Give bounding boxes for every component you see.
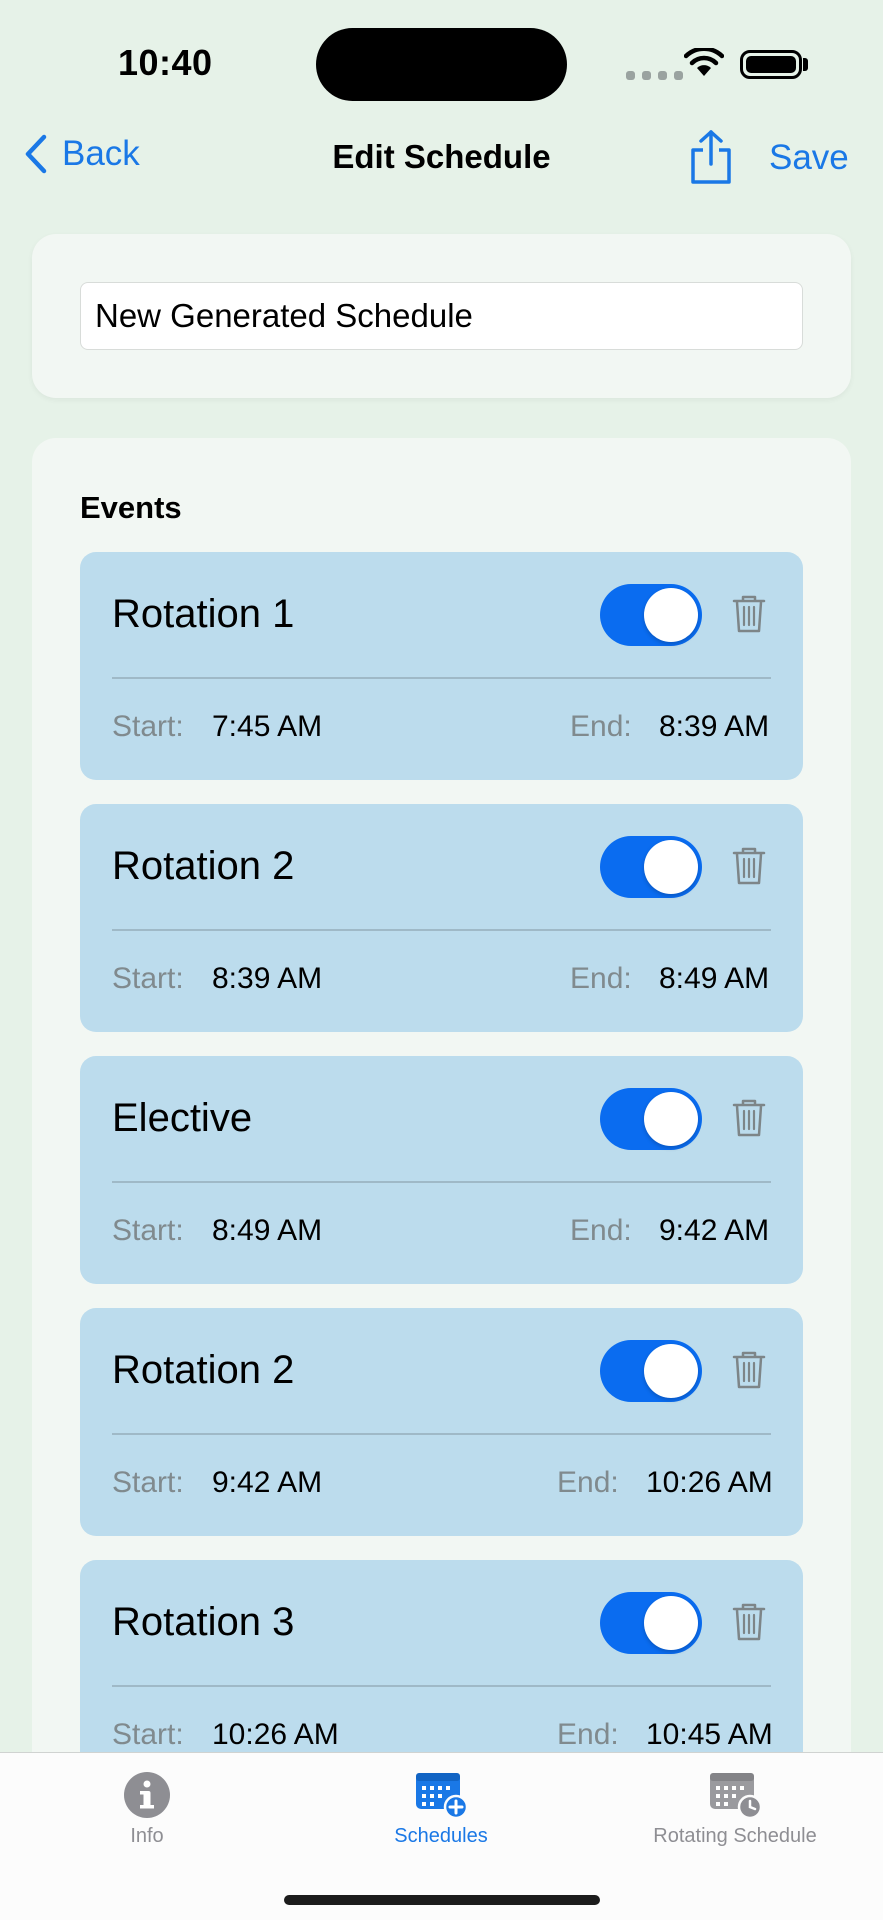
- event-row[interactable]: Rotation 2 Start: 8:39 AM End: 8:49 AM: [80, 804, 803, 1032]
- end-label: End:: [570, 1214, 632, 1247]
- toggle-knob: [644, 1344, 698, 1398]
- events-heading: Events: [80, 490, 182, 525]
- end-label: End:: [570, 710, 632, 743]
- schedule-name-card: [32, 234, 851, 398]
- end-label: End:: [557, 1718, 619, 1751]
- start-label: Start:: [112, 1466, 184, 1499]
- toggle-knob: [644, 588, 698, 642]
- info-icon: [124, 1772, 170, 1818]
- tab-schedules-label: Schedules: [394, 1825, 488, 1847]
- tab-schedules[interactable]: Schedules: [379, 1771, 503, 1848]
- event-divider: [112, 929, 771, 931]
- event-divider: [112, 1433, 771, 1435]
- status-time: 10:40: [118, 42, 213, 83]
- event-enabled-toggle[interactable]: [600, 1088, 702, 1150]
- start-time[interactable]: 7:45 AM: [212, 710, 322, 744]
- event-enabled-toggle[interactable]: [600, 584, 702, 646]
- end-label: End:: [570, 962, 632, 995]
- end-label: End:: [557, 1466, 619, 1499]
- trash-icon[interactable]: [732, 594, 766, 634]
- page-title: Edit Schedule: [332, 138, 551, 175]
- event-name[interactable]: Elective: [112, 1096, 252, 1141]
- event-divider: [112, 1181, 771, 1183]
- trash-icon[interactable]: [732, 846, 766, 886]
- battery-cap: [803, 58, 808, 71]
- end-time[interactable]: 8:39 AM: [659, 710, 769, 744]
- start-time[interactable]: 10:26 AM: [212, 1718, 339, 1752]
- status-bar: 10:40: [0, 0, 883, 120]
- event-name[interactable]: Rotation 2: [112, 844, 294, 889]
- event-divider: [112, 1685, 771, 1687]
- start-time[interactable]: 9:42 AM: [212, 1466, 322, 1500]
- event-row[interactable]: Rotation 2 Start: 9:42 AM End: 10:26 AM: [80, 1308, 803, 1536]
- event-enabled-toggle[interactable]: [600, 1340, 702, 1402]
- toggle-knob: [644, 1092, 698, 1146]
- end-time[interactable]: 10:26 AM: [646, 1466, 773, 1500]
- event-name[interactable]: Rotation 3: [112, 1600, 294, 1645]
- cellular-signal-icon: [626, 71, 683, 80]
- start-label: Start:: [112, 1214, 184, 1247]
- tab-rotating-schedule-label: Rotating Schedule: [653, 1825, 817, 1847]
- event-row[interactable]: Rotation 1 Start: 7:45 AM End: 8:39 AM: [80, 552, 803, 780]
- event-row[interactable]: Elective Start: 8:49 AM End: 9:42 AM: [80, 1056, 803, 1284]
- toggle-knob: [644, 840, 698, 894]
- save-button[interactable]: Save: [769, 138, 849, 178]
- end-time[interactable]: 10:45 AM: [646, 1718, 773, 1752]
- navigation-bar: Back Edit Schedule Save: [0, 120, 883, 200]
- tab-rotating-schedule[interactable]: Rotating Schedule: [640, 1771, 830, 1848]
- schedule-name-input[interactable]: [80, 282, 803, 350]
- battery-icon: [740, 50, 802, 79]
- trash-icon[interactable]: [732, 1602, 766, 1642]
- event-enabled-toggle[interactable]: [600, 836, 702, 898]
- trash-icon[interactable]: [732, 1098, 766, 1138]
- calendar-clock-icon: [710, 1773, 763, 1819]
- tab-info[interactable]: Info: [110, 1771, 184, 1848]
- start-time[interactable]: 8:39 AM: [212, 962, 322, 996]
- event-name[interactable]: Rotation 2: [112, 1348, 294, 1393]
- event-divider: [112, 677, 771, 679]
- end-time[interactable]: 9:42 AM: [659, 1214, 769, 1248]
- trash-icon[interactable]: [732, 1350, 766, 1390]
- start-label: Start:: [112, 710, 184, 743]
- start-time[interactable]: 8:49 AM: [212, 1214, 322, 1248]
- start-label: Start:: [112, 962, 184, 995]
- events-card: Events Rotation 1 Start: 7:45 AM End: 8:…: [32, 438, 851, 1920]
- calendar-add-icon: [416, 1773, 469, 1819]
- wifi-icon: [684, 48, 724, 76]
- end-time[interactable]: 8:49 AM: [659, 962, 769, 996]
- event-name[interactable]: Rotation 1: [112, 592, 294, 637]
- tab-info-label: Info: [130, 1825, 164, 1847]
- start-label: Start:: [112, 1718, 184, 1751]
- event-enabled-toggle[interactable]: [600, 1592, 702, 1654]
- dynamic-island: [316, 28, 567, 101]
- home-indicator: [284, 1895, 600, 1905]
- share-icon[interactable]: [688, 128, 734, 186]
- toggle-knob: [644, 1596, 698, 1650]
